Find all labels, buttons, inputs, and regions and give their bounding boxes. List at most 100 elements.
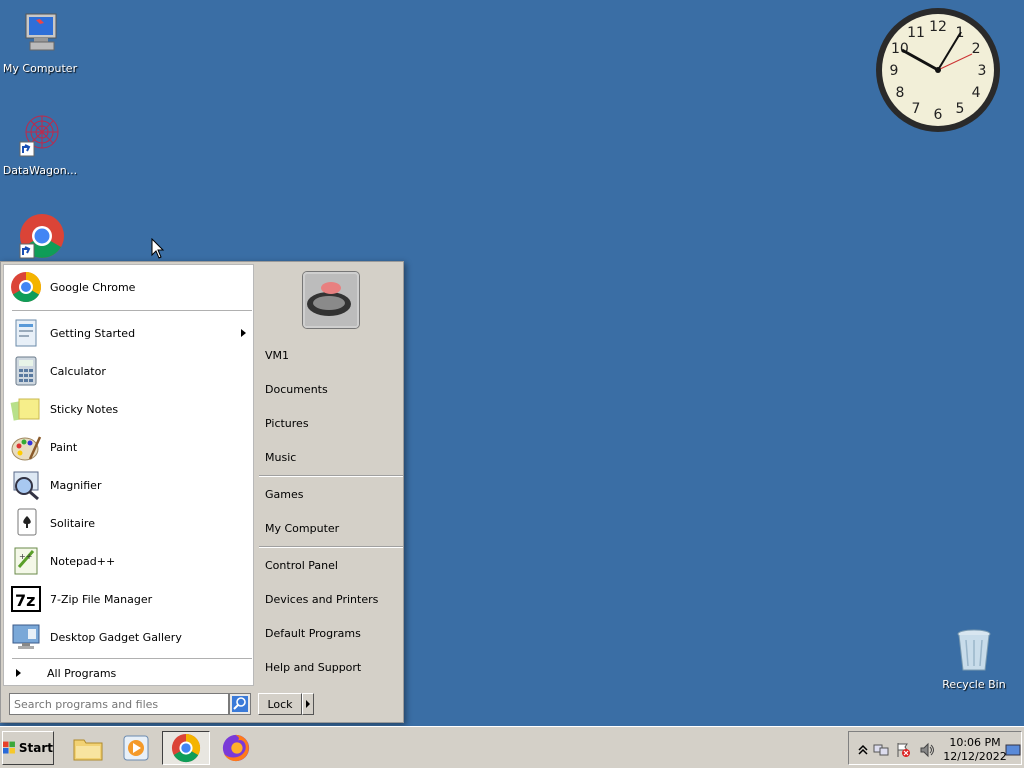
places-item-label: Games xyxy=(265,487,304,501)
search-input[interactable] xyxy=(9,693,229,715)
recycle-bin-icon xyxy=(950,626,998,674)
desktop-icon-label: My Computer xyxy=(2,62,78,75)
firefox-icon xyxy=(222,734,250,762)
start-item-solitaire[interactable]: Solitaire xyxy=(10,505,250,541)
network-icon[interactable] xyxy=(873,742,889,758)
taskbar-clock[interactable]: 10:06 PM 12/12/2022 xyxy=(943,736,1007,764)
places-item-vm1[interactable]: VM1 xyxy=(265,344,401,366)
places-item-label: Devices and Printers xyxy=(265,592,379,606)
start-item-paint[interactable]: Paint xyxy=(10,429,250,465)
start-item-google-chrome[interactable]: Google Chrome xyxy=(10,269,250,305)
taskbar-firefox[interactable] xyxy=(212,731,260,765)
clock-time: 10:06 PM xyxy=(949,736,1001,749)
gadget-gallery-icon xyxy=(10,621,42,653)
places-item-music[interactable]: Music xyxy=(265,446,401,468)
getting-started-icon xyxy=(10,317,42,349)
clock-numeral: 5 xyxy=(956,101,965,117)
chrome-icon xyxy=(10,271,42,303)
clock-numeral: 10 xyxy=(891,41,909,57)
clock-date: 12/12/2022 xyxy=(943,750,1007,763)
calculator-icon xyxy=(10,355,42,387)
start-item-label: Notepad++ xyxy=(50,554,116,568)
triangle-right-icon xyxy=(16,669,21,677)
clock-numeral: 3 xyxy=(978,63,987,79)
start-label: Start xyxy=(18,741,53,755)
start-item-7zip[interactable]: 7z 7-Zip File Manager xyxy=(10,581,250,617)
desktop-icon-label: DataWagon... xyxy=(2,164,78,177)
desktop-icon-google-chrome[interactable] xyxy=(0,212,80,264)
clock-numeral: 8 xyxy=(895,85,904,101)
places-item-my-computer[interactable]: My Computer xyxy=(265,517,401,539)
start-item-magnifier[interactable]: Magnifier xyxy=(10,467,250,503)
shutdown-options-button[interactable] xyxy=(302,693,314,715)
chrome-icon xyxy=(171,733,201,763)
start-item-desktop-gadget-gallery[interactable]: Desktop Gadget Gallery xyxy=(10,619,250,655)
magnifier-icon xyxy=(10,469,42,501)
start-menu-separator xyxy=(12,310,252,312)
solitaire-icon xyxy=(10,507,42,539)
places-item-label: Default Programs xyxy=(265,626,361,640)
action-center-flag-icon[interactable] xyxy=(895,742,911,758)
system-tray: 10:06 PM 12/12/2022 xyxy=(848,731,1022,765)
clock-numeral: 11 xyxy=(907,25,925,41)
places-separator xyxy=(259,475,403,477)
start-item-notepadpp[interactable]: ++ Notepad++ xyxy=(10,543,250,579)
volume-icon[interactable] xyxy=(919,742,935,758)
chrome-icon xyxy=(16,212,64,260)
clock-numeral: 6 xyxy=(934,107,943,123)
show-desktop-icon[interactable] xyxy=(1005,742,1021,758)
all-programs-button[interactable]: All Programs xyxy=(10,663,250,683)
clock-numeral: 12 xyxy=(929,19,947,35)
places-item-label: Help and Support xyxy=(265,660,362,674)
folder-icon xyxy=(73,739,103,761)
start-item-label: Solitaire xyxy=(50,516,95,530)
places-item-control-panel[interactable]: Control Panel xyxy=(265,554,401,576)
places-item-games[interactable]: Games xyxy=(265,483,401,505)
lock-button[interactable]: Lock xyxy=(258,693,302,715)
start-item-calculator[interactable]: Calculator xyxy=(10,353,250,389)
clock-numeral: 9 xyxy=(890,63,899,79)
start-menu: Google Chrome Getting Started Calculator… xyxy=(0,261,404,723)
places-item-label: Control Panel xyxy=(265,558,338,572)
clock-gadget[interactable]: 121234567891011 xyxy=(874,6,1002,134)
search-icon xyxy=(232,696,248,712)
taskbar-media-player[interactable] xyxy=(112,731,160,765)
start-item-label: Google Chrome xyxy=(50,280,136,294)
desktop-icon-recycle-bin[interactable]: Recycle Bin xyxy=(934,626,1014,691)
start-item-label: Magnifier xyxy=(50,478,102,492)
submenu-arrow-icon xyxy=(241,329,246,337)
clock-numeral: 4 xyxy=(972,85,981,101)
paint-icon xyxy=(10,431,42,463)
clock-numeral: 2 xyxy=(972,41,981,57)
start-item-label: Sticky Notes xyxy=(50,402,119,416)
places-item-help-and-support[interactable]: Help and Support xyxy=(265,656,401,678)
svg-text:7z: 7z xyxy=(15,591,35,610)
chevron-right-icon xyxy=(306,700,310,708)
start-item-label: 7-Zip File Manager xyxy=(50,592,153,606)
places-item-label: My Computer xyxy=(265,521,340,535)
notepadpp-icon: ++ xyxy=(10,545,42,577)
desktop-icon-datawagon[interactable]: DataWagon... xyxy=(0,112,80,177)
start-item-sticky-notes[interactable]: Sticky Notes xyxy=(10,391,250,427)
show-hidden-icons-icon[interactable] xyxy=(855,742,871,758)
7zip-icon: 7z xyxy=(10,583,42,615)
start-menu-places-pane: VM1 Documents Pictures Music Games My Co… xyxy=(255,264,403,686)
start-button[interactable]: Start xyxy=(2,731,54,765)
start-item-label: Paint xyxy=(50,440,78,454)
all-programs-label: All Programs xyxy=(47,666,117,680)
start-item-getting-started[interactable]: Getting Started xyxy=(10,315,250,351)
places-item-documents[interactable]: Documents xyxy=(265,378,401,400)
places-item-label: VM1 xyxy=(265,348,290,362)
search-button[interactable] xyxy=(229,693,251,715)
places-item-label: Documents xyxy=(265,382,328,396)
start-menu-bottom-bar: Lock xyxy=(3,688,403,722)
places-item-default-programs[interactable]: Default Programs xyxy=(265,622,401,644)
media-player-icon xyxy=(123,735,149,761)
places-item-pictures[interactable]: Pictures xyxy=(265,412,401,434)
user-picture[interactable] xyxy=(303,272,359,328)
taskbar-google-chrome[interactable] xyxy=(162,731,210,765)
svg-text:++: ++ xyxy=(19,552,32,561)
taskbar-file-explorer[interactable] xyxy=(64,731,112,765)
places-item-devices-and-printers[interactable]: Devices and Printers xyxy=(265,588,401,610)
desktop-icon-my-computer[interactable]: My Computer xyxy=(0,10,80,75)
